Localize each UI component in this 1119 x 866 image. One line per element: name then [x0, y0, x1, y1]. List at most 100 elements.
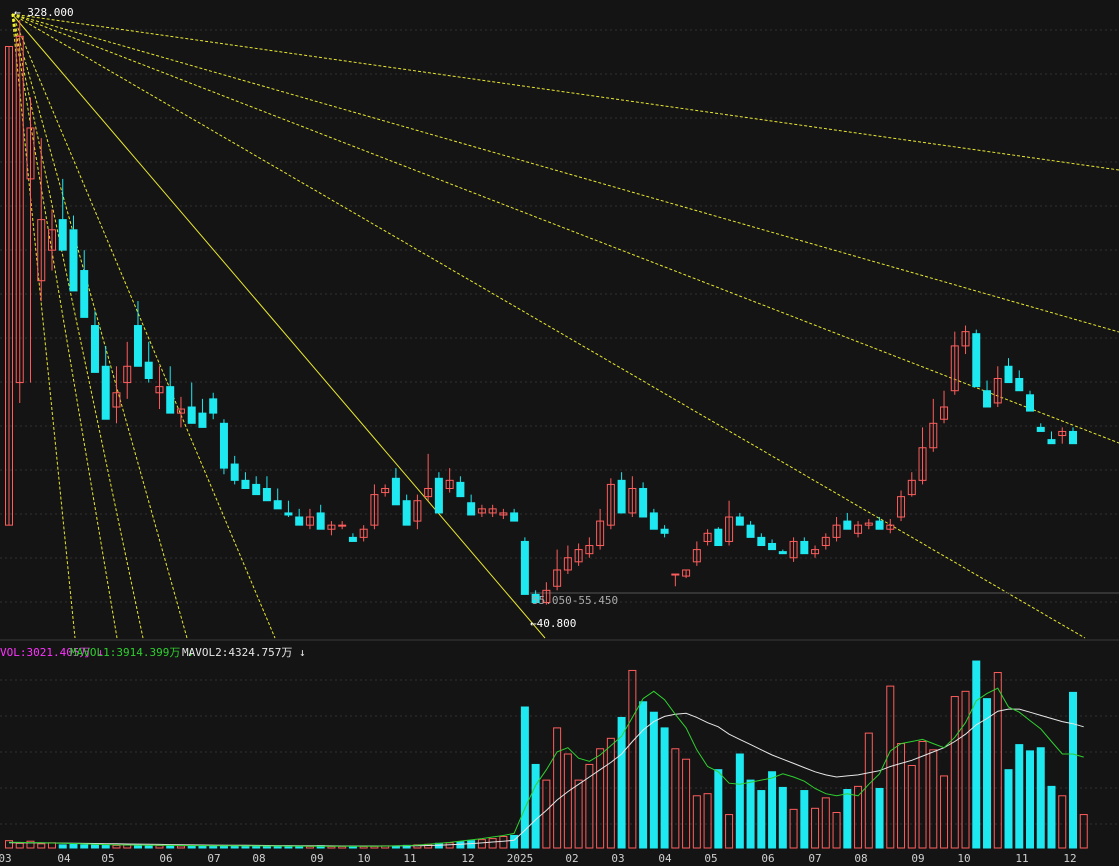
volume-bar [639, 701, 648, 849]
volume-bar [897, 743, 906, 849]
candle-body [1015, 377, 1024, 392]
volume-bar [703, 793, 712, 849]
volume-bar [144, 844, 153, 849]
volume-bar [69, 843, 78, 849]
candle-body [252, 483, 261, 496]
volume-bar [520, 706, 529, 849]
volume-bar [574, 779, 583, 849]
candle-body [1026, 394, 1035, 412]
volume-bar [725, 814, 734, 849]
volume-bar [499, 836, 508, 849]
mavol2-label: MAVOL2:4324.757万 ↓ [182, 646, 306, 659]
candle-body [338, 524, 347, 527]
mavol2-line [9, 708, 1084, 847]
candle-body [768, 542, 777, 551]
candle-body [467, 502, 476, 516]
month-tick-label: 08 [854, 852, 867, 865]
volume-bar [832, 811, 841, 849]
volume-bar [563, 753, 572, 849]
volume-bar [241, 845, 250, 849]
month-tick-label: 07 [808, 852, 821, 865]
volume-bar [5, 840, 13, 849]
month-tick-label: 11 [403, 852, 416, 865]
candle-body [198, 412, 207, 428]
fan-line [11, 13, 1086, 639]
candle-body [133, 325, 142, 367]
volume-bar [800, 790, 809, 849]
volume-bar [176, 845, 185, 849]
volume-bar [37, 843, 46, 849]
candle-body [800, 540, 809, 555]
candle-body [284, 512, 293, 516]
volume-bar [1079, 814, 1088, 849]
volume-bar [80, 844, 89, 849]
candle-body [660, 528, 669, 534]
month-tick-label: 04 [658, 852, 672, 865]
candle-body [316, 512, 325, 530]
candle-body [456, 481, 465, 498]
fan-line [11, 13, 1119, 444]
candle-body [746, 524, 755, 538]
volume-bar [47, 842, 56, 849]
volume-bar [101, 844, 110, 849]
mavol2-legend: MAVOL2:4324.757万 ↓ [182, 644, 306, 660]
volume-bar [692, 795, 701, 849]
volume-bar [155, 845, 164, 849]
month-tick-label: 12 [461, 852, 474, 865]
candle-body [1047, 439, 1056, 445]
volume-bar [112, 844, 121, 849]
month-tick-label: 09 [310, 852, 323, 865]
month-tick-label: 04 [57, 852, 71, 865]
candle-body [144, 361, 153, 379]
candle-body [778, 551, 787, 555]
volume-bar [477, 839, 486, 849]
month-tick-label: 06 [761, 852, 774, 865]
volume-bar [542, 779, 551, 849]
candle-body [714, 528, 723, 547]
candle-body [617, 479, 626, 514]
volume-bar [252, 845, 261, 849]
volume-bar [811, 807, 820, 849]
candle-body [983, 390, 992, 408]
volume-bar [746, 779, 755, 849]
candle-body [402, 500, 411, 526]
candle-body [80, 270, 89, 318]
month-tick-label: 08 [252, 852, 265, 865]
candle-body [510, 512, 519, 522]
month-tick-label: 2025 [507, 852, 534, 865]
candle-body [230, 463, 239, 481]
month-tick-label: 02 [565, 852, 578, 865]
volume-bar [843, 789, 852, 849]
candle-body [639, 487, 648, 518]
volume-bar [757, 790, 766, 849]
volume-bar [628, 669, 637, 849]
volume-bar [617, 716, 626, 849]
fan-line [11, 13, 1119, 333]
volume-bar [1047, 785, 1056, 849]
volume-bar [606, 737, 615, 849]
volume-bar [456, 841, 465, 849]
volume-bar [262, 845, 271, 849]
candle-body [166, 386, 175, 414]
candle-body [875, 520, 884, 530]
month-tick-label: 03 [0, 852, 12, 865]
candle-body [757, 536, 766, 547]
candle-body [348, 536, 357, 542]
fan-line [11, 13, 118, 639]
month-tick-label: 10 [357, 852, 370, 865]
fan-line [11, 13, 188, 639]
volume-bar [1015, 744, 1024, 849]
volume-bar [15, 842, 24, 849]
high-label: ← 328.000 [14, 6, 74, 19]
candle-body [1004, 365, 1013, 384]
volume-bar [778, 786, 787, 849]
volume-bar [596, 748, 605, 849]
volume-bar [1069, 691, 1077, 849]
volume-bar [940, 775, 949, 849]
candle-body [434, 477, 443, 514]
candle-body [520, 540, 529, 595]
candle-body [1069, 430, 1077, 445]
month-tick-label: 12 [1063, 852, 1076, 865]
candle-body [262, 487, 271, 502]
month-tick-label: 03 [611, 852, 624, 865]
